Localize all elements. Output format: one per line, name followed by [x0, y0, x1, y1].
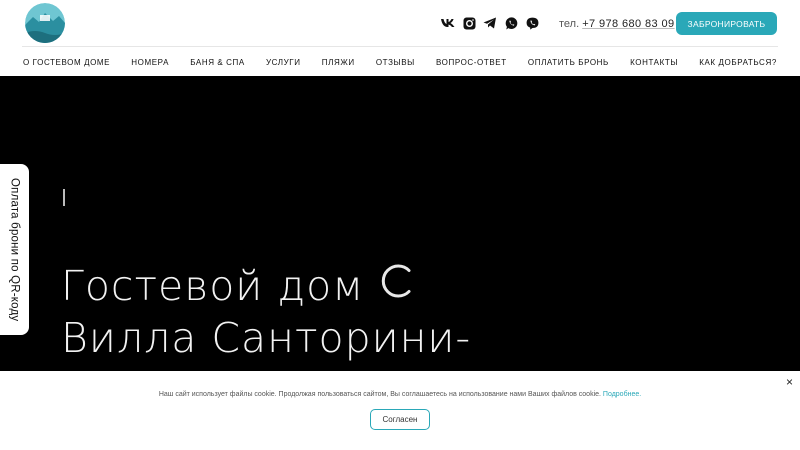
vk-icon[interactable] — [441, 16, 455, 30]
nav-item-beaches[interactable]: ПЛЯЖИ — [322, 58, 355, 67]
logo-emblem-icon — [25, 3, 65, 43]
main-nav: О ГОСТЕВОМ ДОМЕ НОМЕРА БАНЯ & СПА УСЛУГИ… — [23, 58, 777, 67]
nav-item-pay-booking[interactable]: ОПЛАТИТЬ БРОНЬ — [528, 58, 609, 67]
nav-item-about[interactable]: О ГОСТЕВОМ ДОМЕ — [23, 58, 110, 67]
qr-payment-label: Оплата брони по QR-коду — [8, 177, 21, 322]
instagram-icon[interactable] — [462, 16, 476, 30]
nav-item-contacts[interactable]: КОНТАКТЫ — [630, 58, 678, 67]
cookie-banner: × Наш сайт использует файлы cookie. Прод… — [0, 371, 800, 450]
phone-prefix: тел. — [559, 18, 580, 30]
nav-item-faq[interactable]: ВОПРОС-ОТВЕТ — [436, 58, 507, 67]
social-links — [441, 16, 539, 30]
site-logo[interactable] — [25, 3, 65, 43]
viber-icon[interactable] — [525, 16, 539, 30]
nav-item-services[interactable]: УСЛУГИ — [266, 58, 301, 67]
text-cursor — [63, 189, 65, 206]
cookie-accept-button[interactable]: Согласен — [370, 409, 430, 430]
nav-divider — [22, 46, 778, 47]
hero-title-line: Вилла Санторини- — [61, 314, 472, 362]
book-button[interactable]: ЗАБРОНИРОВАТЬ — [676, 12, 777, 35]
whatsapp-icon[interactable] — [504, 16, 518, 30]
nav-item-reviews[interactable]: ОТЗЫВЫ — [376, 58, 415, 67]
qr-payment-tab[interactable]: Оплата брони по QR-коду — [0, 164, 29, 335]
phone-number-link[interactable]: +7 978 680 83 09 — [582, 18, 674, 30]
telegram-icon[interactable] — [483, 16, 497, 30]
loading-spinner-icon — [381, 264, 411, 298]
site-header: тел. +7 978 680 83 09 ЗАБРОНИРОВАТЬ О ГО… — [0, 0, 800, 76]
nav-item-sauna-spa[interactable]: БАНЯ & СПА — [190, 58, 245, 67]
cookie-more-link[interactable]: Подробнее. — [603, 391, 641, 398]
cookie-message: Наш сайт использует файлы cookie. Продол… — [0, 391, 800, 398]
phone-contact: тел. +7 978 680 83 09 — [559, 18, 675, 30]
close-icon[interactable]: × — [786, 376, 793, 388]
nav-item-directions[interactable]: КАК ДОБРАТЬСЯ? — [699, 58, 777, 67]
nav-item-rooms[interactable]: НОМЕРА — [131, 58, 169, 67]
cookie-text: Наш сайт использует файлы cookie. Продол… — [158, 391, 601, 398]
